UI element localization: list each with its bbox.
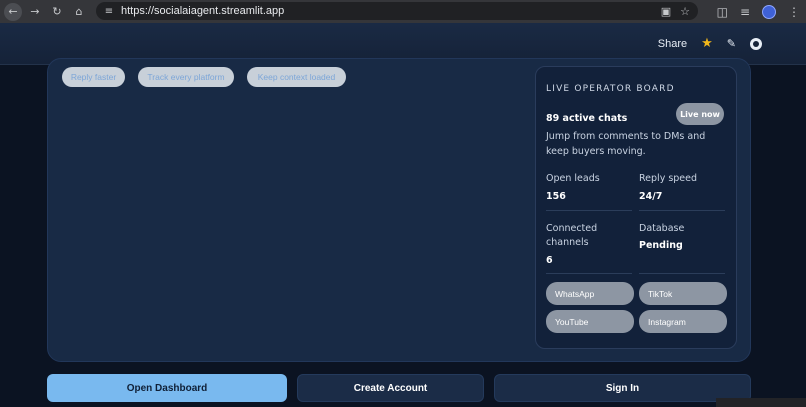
create-account-button[interactable]: Create Account (297, 374, 484, 402)
header-actions: Share ★ ✎ (658, 37, 762, 50)
back-button[interactable]: ← (2, 0, 24, 23)
divider (546, 273, 632, 274)
open-leads-value: 156 (546, 191, 566, 202)
live-now-badge: Live now (676, 103, 724, 125)
browser-actions: ◫ ≡ ⋮ (717, 0, 800, 23)
star-icon[interactable]: ★ (701, 37, 713, 50)
bottom-corner-strip (716, 398, 806, 407)
board-description: Jump from comments to DMs and keep buyer… (546, 131, 706, 157)
site-settings-icon[interactable]: ≡ (100, 6, 118, 17)
chip-track-platform: Track every platform (138, 67, 234, 87)
connected-channels-value: 6 (546, 255, 553, 266)
open-dashboard-button[interactable]: Open Dashboard (47, 374, 287, 402)
chip-reply-faster: Reply faster (62, 67, 125, 87)
url-text[interactable]: https://socialaiagent.streamlit.app (121, 5, 284, 17)
reply-speed-value: 24/7 (639, 191, 663, 202)
arrow-left-icon: ← (4, 2, 22, 21)
active-chats-count: 89 active chats (546, 113, 628, 124)
open-leads-label: Open leads (546, 173, 600, 184)
channel-whatsapp[interactable]: WhatsApp (546, 282, 634, 305)
more-menu-icon[interactable]: ⋮ (788, 5, 800, 19)
address-bar[interactable]: ≡ https://socialaiagent.streamlit.app ▣ … (96, 2, 698, 20)
bookmark-star-icon[interactable]: ☆ (680, 5, 690, 18)
media-queue-icon[interactable]: ≡ (740, 5, 750, 19)
divider (639, 210, 725, 211)
chip-keep-context: Keep context loaded (247, 67, 346, 87)
live-operator-board: LIVE OPERATOR BOARD Live now 89 active c… (535, 66, 737, 349)
home-icon: ⌂ (75, 5, 83, 18)
sign-in-button[interactable]: Sign In (494, 374, 751, 402)
browser-toolbar: ← → ↻ ⌂ ≡ https://socialaiagent.streamli… (0, 0, 806, 23)
profile-avatar[interactable] (762, 4, 776, 19)
channel-instagram[interactable]: Instagram (639, 310, 727, 333)
reload-icon: ↻ (52, 5, 62, 18)
install-app-icon[interactable]: ▣ (661, 5, 671, 18)
extensions-icon[interactable]: ◫ (717, 5, 728, 19)
reply-speed-label: Reply speed (639, 173, 698, 184)
arrow-right-icon: → (30, 5, 40, 18)
board-title: LIVE OPERATOR BOARD (546, 84, 675, 94)
channel-youtube[interactable]: YouTube (546, 310, 634, 333)
home-button[interactable]: ⌂ (68, 0, 90, 23)
divider (639, 273, 725, 274)
github-icon[interactable] (750, 37, 762, 50)
database-label: Database (639, 223, 685, 234)
omnibox-actions: ▣ ☆ (661, 2, 690, 20)
database-value: Pending (639, 240, 683, 251)
connected-channels-label: Connected channels (546, 223, 598, 248)
reload-button[interactable]: ↻ (46, 0, 68, 23)
edit-icon[interactable]: ✎ (727, 37, 736, 50)
share-button[interactable]: Share (658, 38, 687, 50)
divider (546, 210, 632, 211)
forward-button[interactable]: → (24, 0, 46, 23)
channel-tiktok[interactable]: TikTok (639, 282, 727, 305)
